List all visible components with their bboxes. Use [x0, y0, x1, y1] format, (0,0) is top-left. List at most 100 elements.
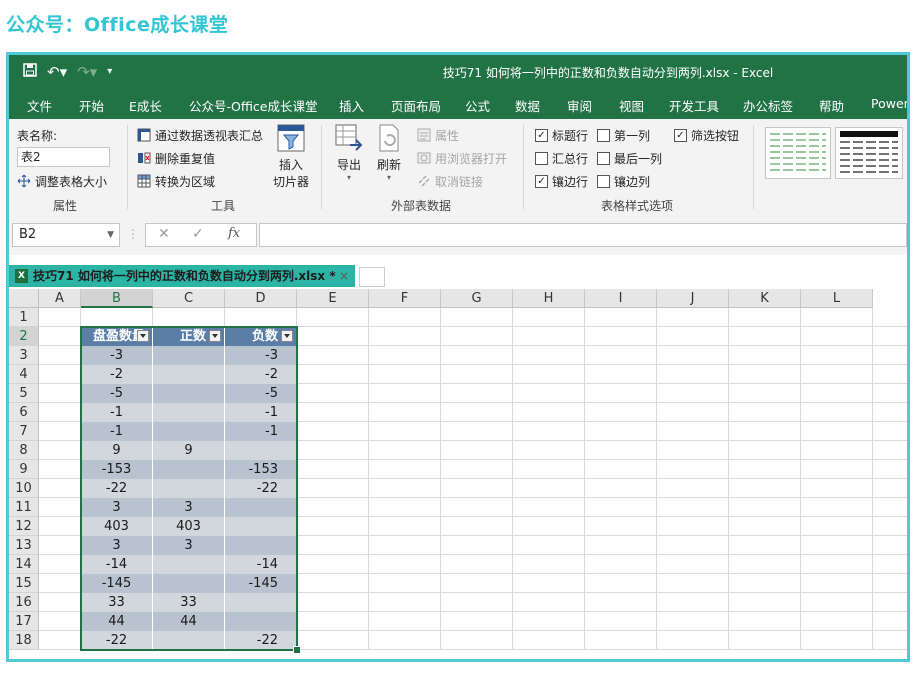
tab-power[interactable]: Power [871, 96, 907, 111]
table-cell[interactable]: -1 [81, 422, 153, 441]
row-header-7[interactable]: 7 [9, 422, 39, 441]
table-cell[interactable]: 3 [81, 498, 153, 517]
table-cell[interactable]: -22 [225, 479, 297, 498]
table-cell[interactable]: -14 [81, 555, 153, 574]
filter-dropdown-icon[interactable] [137, 330, 149, 342]
table-cell[interactable] [225, 517, 297, 536]
column-header-g[interactable]: G [441, 289, 513, 308]
table-cell[interactable]: -14 [225, 555, 297, 574]
table-cell[interactable] [225, 593, 297, 612]
table-cell[interactable]: -145 [225, 574, 297, 593]
table-cell[interactable]: -2 [81, 365, 153, 384]
row-header-6[interactable]: 6 [9, 403, 39, 422]
column-header-k[interactable]: K [729, 289, 801, 308]
unlink-button[interactable]: 取消链接 [417, 173, 483, 190]
table-cell[interactable]: 403 [81, 517, 153, 536]
row-header-17[interactable]: 17 [9, 612, 39, 631]
tab-developer[interactable]: 开发工具 [669, 96, 719, 115]
worksheet-grid[interactable]: A B C D E F G H I J K L 1 2 3 4 5 6 7 8 9 10 11 12 13 14 15 16 17 18 盘… [9, 289, 907, 659]
table-cell[interactable]: -22 [81, 479, 153, 498]
name-box[interactable]: B2 ▼ [12, 223, 120, 247]
last-column-checkbox[interactable] [597, 152, 610, 165]
banded-rows-checkbox[interactable]: ✓ [535, 175, 548, 188]
resize-table-button[interactable]: 调整表格大小 [17, 173, 107, 190]
table-cell[interactable]: -145 [81, 574, 153, 593]
row-header-9[interactable]: 9 [9, 460, 39, 479]
tab-data[interactable]: 数据 [515, 96, 540, 115]
table-cell[interactable] [153, 574, 225, 593]
table-cell[interactable]: -3 [81, 346, 153, 365]
table-cell[interactable]: 3 [153, 498, 225, 517]
select-all-corner[interactable] [9, 289, 39, 308]
table-cell[interactable]: -153 [81, 460, 153, 479]
row-header-14[interactable]: 14 [9, 555, 39, 574]
tab-file[interactable]: 文件 [27, 96, 52, 115]
row-header-16[interactable]: 16 [9, 593, 39, 612]
cancel-icon[interactable]: ✕ [158, 226, 170, 242]
table-cell[interactable]: 9 [81, 441, 153, 460]
table-cell[interactable]: 3 [81, 536, 153, 555]
total-row-checkbox[interactable] [535, 152, 548, 165]
table-cell[interactable] [225, 536, 297, 555]
table-cell[interactable] [153, 631, 225, 650]
tab-view[interactable]: 视图 [619, 96, 644, 115]
table-cell[interactable]: 44 [81, 612, 153, 631]
enter-icon[interactable]: ✓ [192, 226, 204, 242]
close-tab-icon[interactable]: × [339, 265, 349, 287]
table-cell[interactable] [153, 346, 225, 365]
table-cell[interactable] [153, 479, 225, 498]
row-header-8[interactable]: 8 [9, 441, 39, 460]
table-cell[interactable]: -22 [225, 631, 297, 650]
column-header-d[interactable]: D [225, 289, 297, 308]
column-header-h[interactable]: H [513, 289, 585, 308]
table-header-cell[interactable]: 负数 [225, 327, 297, 346]
tab-review[interactable]: 审阅 [567, 96, 592, 115]
insert-function-icon[interactable]: fx [228, 226, 240, 241]
fill-handle[interactable] [293, 646, 301, 654]
table-cell[interactable] [225, 498, 297, 517]
row-header-3[interactable]: 3 [9, 346, 39, 365]
refresh-button[interactable]: 刷新 ▾ [371, 123, 407, 182]
formula-input[interactable] [259, 223, 907, 247]
table-style-black[interactable] [835, 127, 903, 179]
table-cell[interactable] [153, 365, 225, 384]
pivot-summary-button[interactable]: 通过数据透视表汇总 [137, 127, 263, 144]
table-properties-button[interactable]: 属性 [417, 127, 459, 144]
table-cell[interactable]: -153 [225, 460, 297, 479]
tab-home[interactable]: 开始 [79, 96, 104, 115]
insert-slicer-button[interactable]: 插入 切片器 [273, 123, 309, 190]
header-row-checkbox[interactable]: ✓ [535, 129, 548, 142]
column-header-e[interactable]: E [297, 289, 369, 308]
column-header-l[interactable]: L [801, 289, 873, 308]
tab-public-account[interactable]: 公众号-Office成长课堂 [189, 96, 318, 115]
document-tab[interactable]: X 技巧71 如何将一列中的正数和负数自动分到两列.xlsx * × [9, 265, 355, 287]
banded-columns-checkbox[interactable] [597, 175, 610, 188]
table-cell[interactable] [153, 422, 225, 441]
table-cell[interactable]: 33 [153, 593, 225, 612]
table-cell[interactable]: -3 [225, 346, 297, 365]
export-button[interactable]: 导出 ▾ [331, 123, 367, 182]
name-box-dropdown-icon[interactable]: ▼ [107, 224, 114, 246]
table-cell[interactable]: -1 [225, 422, 297, 441]
table-cell[interactable] [153, 460, 225, 479]
table-cell[interactable] [153, 384, 225, 403]
table-cell[interactable]: -5 [225, 384, 297, 403]
table-cell[interactable] [153, 403, 225, 422]
table-cell[interactable]: 44 [153, 612, 225, 631]
first-column-checkbox[interactable] [597, 129, 610, 142]
row-header-12[interactable]: 12 [9, 517, 39, 536]
table-cell[interactable] [225, 612, 297, 631]
tab-page-layout[interactable]: 页面布局 [391, 96, 441, 115]
open-in-browser-button[interactable]: 用浏览器打开 [417, 150, 507, 167]
table-cell[interactable]: 3 [153, 536, 225, 555]
row-header-18[interactable]: 18 [9, 631, 39, 650]
filter-dropdown-icon[interactable] [281, 330, 293, 342]
table-header-cell[interactable]: 盘盈数量 [81, 327, 153, 346]
column-header-a[interactable]: A [39, 289, 81, 308]
row-header-15[interactable]: 15 [9, 574, 39, 593]
table-cell[interactable]: 9 [153, 441, 225, 460]
row-header-2[interactable]: 2 [9, 327, 39, 346]
table-cell[interactable]: -22 [81, 631, 153, 650]
table-cell[interactable] [225, 441, 297, 460]
table-name-input[interactable]: 表2 [17, 147, 110, 167]
